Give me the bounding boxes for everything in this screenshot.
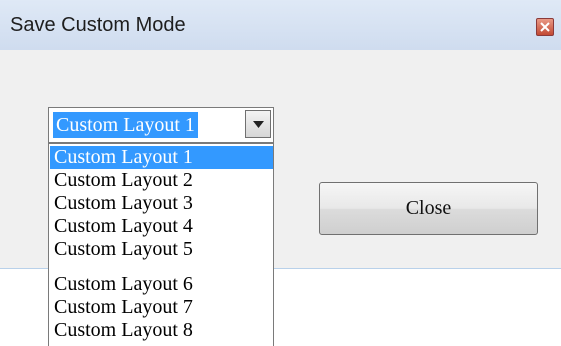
dropdown-option[interactable]: Custom Layout 8 <box>50 319 273 342</box>
dropdown-option[interactable]: Custom Layout 5 <box>50 238 273 261</box>
dropdown-button[interactable] <box>245 110 271 138</box>
dropdown-option[interactable]: Custom Layout 1 <box>50 146 273 169</box>
dialog-title: Save Custom Mode <box>10 14 186 36</box>
layout-select-value: Custom Layout 1 <box>53 112 198 138</box>
title-bar: Save Custom Mode <box>0 0 561 50</box>
layout-select[interactable]: Custom Layout 1 <box>48 107 274 143</box>
dropdown-option[interactable]: Custom Layout 4 <box>50 215 273 238</box>
chevron-down-icon <box>253 121 264 128</box>
dropdown-option[interactable]: Custom Layout 6 <box>50 273 273 296</box>
dropdown-option[interactable]: Custom Layout 3 <box>50 192 273 215</box>
close-x-icon[interactable] <box>536 18 554 36</box>
close-button[interactable]: Close <box>319 182 538 235</box>
dropdown-option[interactable]: Custom Layout 7 <box>50 296 273 319</box>
layout-dropdown-list: Custom Layout 1 Custom Layout 2 Custom L… <box>48 143 274 346</box>
dropdown-option[interactable]: Custom Layout 2 <box>50 169 273 192</box>
